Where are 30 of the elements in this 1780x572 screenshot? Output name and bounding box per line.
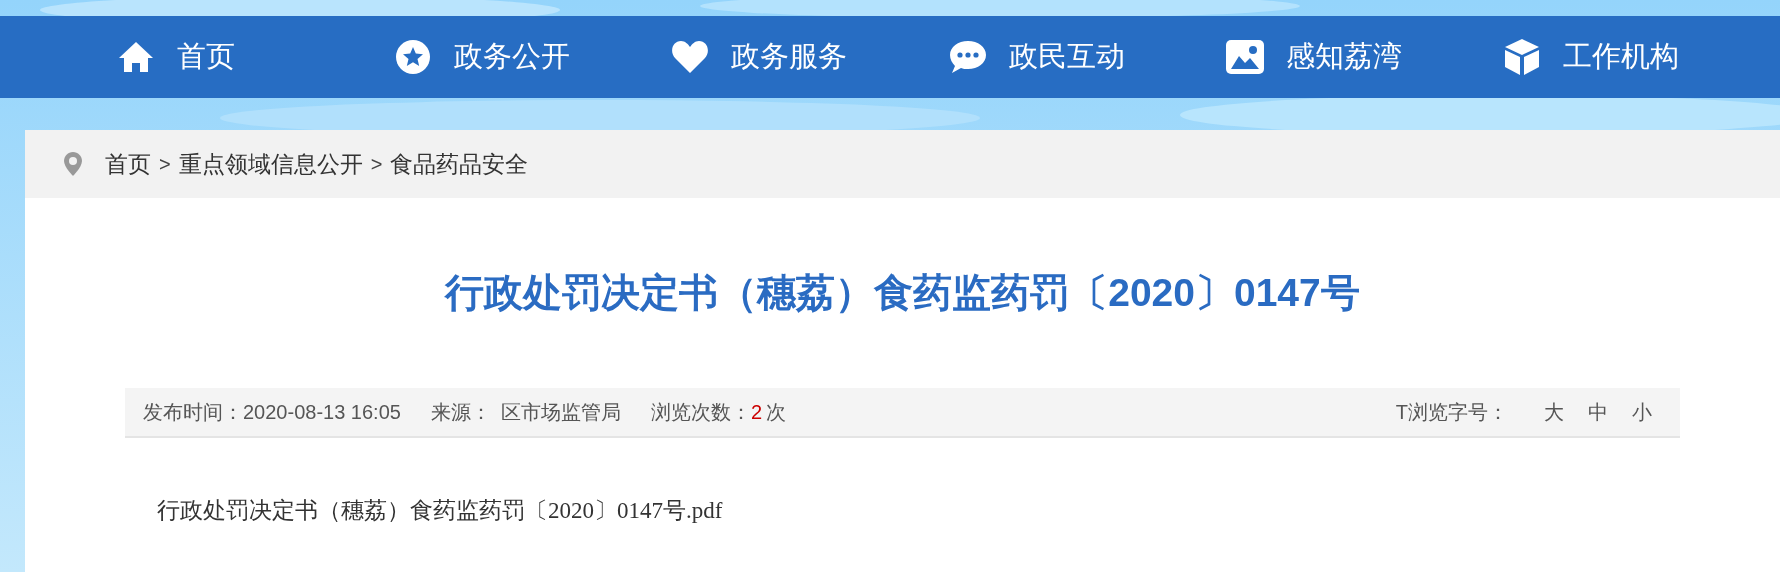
views-unit: 次	[766, 400, 787, 425]
font-size-label: T浏览字号：	[1395, 400, 1508, 425]
breadcrumb-link[interactable]: 重点领域信息公开	[178, 146, 363, 182]
views-label: 浏览次数：	[650, 400, 751, 425]
publish-time: 2020-08-13 16:05	[243, 400, 401, 425]
nav-item[interactable]: 政务服务	[671, 35, 949, 79]
breadcrumb-separator: >	[370, 152, 383, 177]
source-label: 来源：	[430, 400, 491, 425]
breadcrumb-link[interactable]: 食品药品安全	[390, 146, 529, 182]
cube-icon	[1503, 38, 1540, 76]
publish-label: 发布时间：	[143, 400, 243, 425]
image-icon	[1225, 40, 1264, 74]
heart-icon	[671, 40, 710, 74]
nav-item[interactable]: 政务公开	[394, 35, 672, 79]
chat-icon	[948, 39, 987, 75]
nav-item[interactable]: 首页	[117, 35, 395, 79]
font-size-option[interactable]: 中	[1588, 397, 1608, 427]
views-count: 2	[750, 400, 763, 425]
location-pin-icon	[63, 151, 83, 177]
attachment-link[interactable]: 行政处罚决定书（穗荔）食药监药罚〔2020〕0147号.pdf	[157, 498, 723, 523]
nav-item[interactable]: 感知荔湾	[1225, 35, 1503, 79]
font-size-option[interactable]: 大	[1544, 397, 1564, 427]
font-size-option[interactable]: 小	[1632, 397, 1652, 427]
breadcrumb-separator: >	[159, 152, 171, 177]
article-title: 行政处罚决定书（穗荔）食药监药罚〔2020〕0147号	[443, 270, 1361, 316]
nav-item[interactable]: 工作机构	[1502, 35, 1780, 79]
home-icon	[118, 41, 154, 73]
nav-item[interactable]: 政民互动	[948, 35, 1226, 79]
breadcrumb-link[interactable]: 首页	[105, 146, 151, 182]
source-value: 区市场监管局	[500, 400, 621, 425]
